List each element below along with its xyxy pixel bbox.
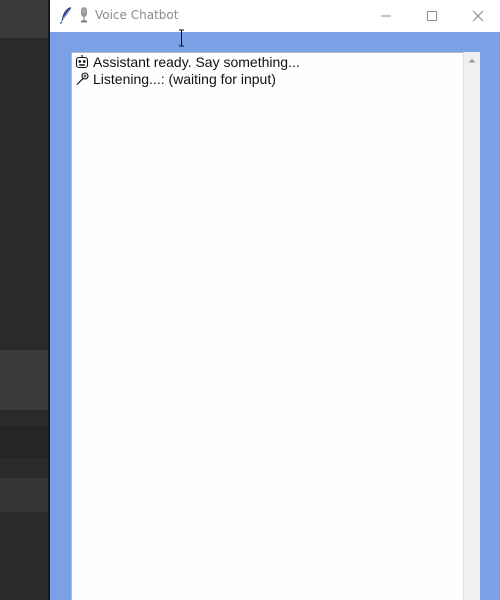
chat-message: Assistant ready. Say something... bbox=[75, 54, 300, 71]
text-cursor-icon bbox=[177, 29, 186, 47]
chatbot-window: Voice Chatbot Assistant ready. Say somet… bbox=[50, 0, 500, 600]
close-icon bbox=[472, 10, 484, 22]
minimize-button[interactable] bbox=[364, 0, 408, 32]
background-panel bbox=[0, 426, 50, 458]
background-panel bbox=[0, 478, 50, 512]
chat-log[interactable]: Assistant ready. Say something... Listen… bbox=[71, 52, 464, 600]
maximize-button[interactable] bbox=[410, 0, 454, 32]
chevron-up-icon bbox=[468, 58, 476, 63]
chat-message-text: Listening...: (waiting for input) bbox=[93, 71, 276, 87]
scroll-up-button[interactable] bbox=[464, 52, 480, 68]
chat-message: Listening...: (waiting for input) bbox=[75, 71, 276, 88]
feather-icon bbox=[59, 6, 73, 24]
title-bar[interactable]: Voice Chatbot bbox=[50, 0, 500, 32]
background-toolbar bbox=[0, 0, 50, 38]
vertical-scrollbar[interactable] bbox=[463, 52, 480, 600]
window-title: Voice Chatbot bbox=[95, 8, 179, 22]
minimize-icon bbox=[381, 15, 391, 17]
background-application bbox=[0, 0, 50, 600]
microphone-icon bbox=[78, 7, 90, 23]
chat-message-text: Assistant ready. Say something... bbox=[93, 54, 300, 70]
microphone-icon bbox=[75, 72, 89, 86]
window-client-area: Assistant ready. Say something... Listen… bbox=[50, 32, 500, 600]
background-panel bbox=[0, 350, 50, 410]
robot-icon bbox=[75, 55, 89, 69]
maximize-icon bbox=[427, 11, 437, 21]
close-button[interactable] bbox=[456, 0, 500, 32]
